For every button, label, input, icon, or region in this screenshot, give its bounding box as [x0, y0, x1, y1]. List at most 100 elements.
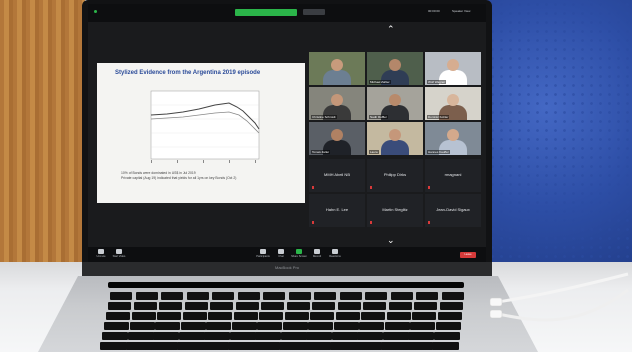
keyboard-key: [359, 322, 384, 330]
screen-share-notice[interactable]: [235, 9, 297, 16]
participant-body: [381, 140, 409, 155]
video-tile[interactable]: Hannes Kauffer: [425, 122, 481, 155]
toolbar-button[interactable]: Reactions: [326, 249, 344, 258]
toolbar-icon: [98, 249, 104, 254]
video-tile[interactable]: Dominic Kohler: [425, 87, 481, 120]
keyboard-key: [155, 322, 180, 330]
name-only-tile[interactable]: MMH Abeil NB: [309, 159, 365, 192]
keyboard-key: [335, 312, 360, 320]
keyboard-key: [355, 342, 382, 350]
toolbar-button[interactable]: Participants: [254, 249, 272, 258]
participant-head: [447, 129, 459, 141]
keyboard-key: [210, 302, 233, 310]
slide-title: Stylized Evidence from the Argentina 201…: [115, 70, 261, 76]
muted-mic-icon: [312, 186, 314, 189]
keyboard-key: [157, 312, 181, 320]
keyboard-key: [288, 292, 311, 300]
keyboard: [96, 284, 478, 352]
toolbar-label: Participants: [256, 255, 270, 258]
toolbar-icon: [260, 249, 266, 254]
name-only-tile[interactable]: Jean-David Sigaux: [425, 194, 481, 227]
keyboard-key: [127, 332, 154, 340]
keyboard-key: [333, 322, 359, 330]
keyboard-key: [153, 332, 179, 340]
keyboard-key: [125, 342, 153, 350]
keyboard-key: [108, 302, 131, 310]
video-tile[interactable]: Nadir Ruffler: [367, 87, 423, 120]
keyboard-key: [104, 322, 129, 330]
keyboard-key: [135, 292, 158, 300]
laptop-hinge: MacBook Pro: [82, 262, 492, 276]
keyboard-key: [437, 312, 462, 320]
muted-mic-icon: [428, 221, 430, 224]
keyboard-key: [410, 322, 435, 330]
participant-name: Hannes Kauffer: [427, 150, 450, 154]
keyboard-key: [253, 342, 280, 350]
keyboard-key: [229, 332, 256, 340]
security-icon[interactable]: [94, 10, 97, 13]
keyboard-key: [182, 312, 207, 320]
keyboard-key: [133, 302, 157, 310]
keyboard-key: [178, 332, 205, 340]
keyboard-key: [412, 312, 436, 320]
video-tile[interactable]: Laura: [367, 122, 423, 155]
keyboard-key: [382, 332, 409, 340]
keyboard-key: [159, 302, 182, 310]
keyboard-key: [186, 292, 209, 300]
keyboard-key: [406, 342, 433, 350]
keyboard-key: [233, 312, 258, 320]
keyboard-key: [306, 332, 332, 340]
participant-head: [389, 94, 401, 106]
toolbar-icon: [296, 249, 302, 254]
speaker-view-button[interactable]: Speaker View: [452, 9, 470, 13]
toolbar-button[interactable]: Share Screen: [290, 249, 308, 258]
participant-name: MMH Abeil NB: [323, 172, 350, 177]
keyboard-key: [151, 342, 178, 350]
video-tile[interactable]: Tomek Zeller: [309, 122, 365, 155]
name-only-tile[interactable]: Hahn E. Lee: [309, 194, 365, 227]
participant-name: Christine Schmidt: [311, 115, 337, 119]
toolbar-button[interactable]: Chat: [272, 249, 290, 258]
toolbar-icon: [278, 249, 284, 254]
participant-name: Nadir Ruffler: [369, 115, 388, 119]
toolbar-icon: [332, 249, 338, 254]
keyboard-key: [310, 312, 334, 320]
gallery-grid: Michael Zahler Wolf Wagner Christine Schmi…: [309, 52, 481, 157]
toolbar-label: Unmute: [96, 255, 106, 258]
video-tile[interactable]: [309, 52, 365, 85]
name-only-tile[interactable]: Martin Steglitz: [367, 194, 423, 227]
leave-button[interactable]: Leave: [460, 252, 476, 258]
slide-bullet: Private capital (Aug 19) indicated that …: [121, 176, 237, 180]
keyboard-key: [227, 342, 255, 350]
muted-mic-icon: [428, 186, 430, 189]
keyboard-key: [263, 292, 285, 300]
timer-label: 00:00:00: [428, 9, 440, 13]
toolbar-button[interactable]: Record: [308, 249, 326, 258]
name-only-tile[interactable]: Philipp Dirks: [367, 159, 423, 192]
toolbar-button[interactable]: Unmute: [92, 249, 110, 258]
video-tile[interactable]: Wolf Wagner: [425, 52, 481, 85]
participant-body: [323, 70, 351, 85]
meeting-topbar: 00:00:00 Speaker View: [88, 4, 486, 22]
keyboard-key: [308, 322, 333, 330]
keyboard-key: [390, 292, 413, 300]
video-tile[interactable]: Christine Schmidt: [309, 87, 365, 120]
chevron-down-icon[interactable]: ⌄: [387, 236, 395, 245]
keyboard-key: [416, 292, 438, 300]
toolbar-button[interactable]: Start Video: [110, 249, 128, 258]
slide-chart: [150, 90, 260, 163]
participant-head: [447, 59, 459, 71]
blue-wall-panel: [488, 0, 632, 268]
video-tile[interactable]: Michael Zahler: [367, 52, 423, 85]
keyboard-key: [206, 322, 231, 330]
view-options-chip[interactable]: [303, 9, 325, 15]
participant-name: Michael Zahler: [369, 80, 391, 84]
chevron-up-icon[interactable]: ⌃: [387, 25, 395, 34]
muted-mic-icon: [370, 221, 372, 224]
keyboard-key: [388, 302, 412, 310]
charging-cable: [489, 272, 629, 322]
keyboard-key: [180, 322, 206, 330]
keyboard-key: [100, 342, 127, 350]
keyboard-key: [439, 302, 463, 310]
name-only-tile[interactable]: rmagnani: [425, 159, 481, 192]
